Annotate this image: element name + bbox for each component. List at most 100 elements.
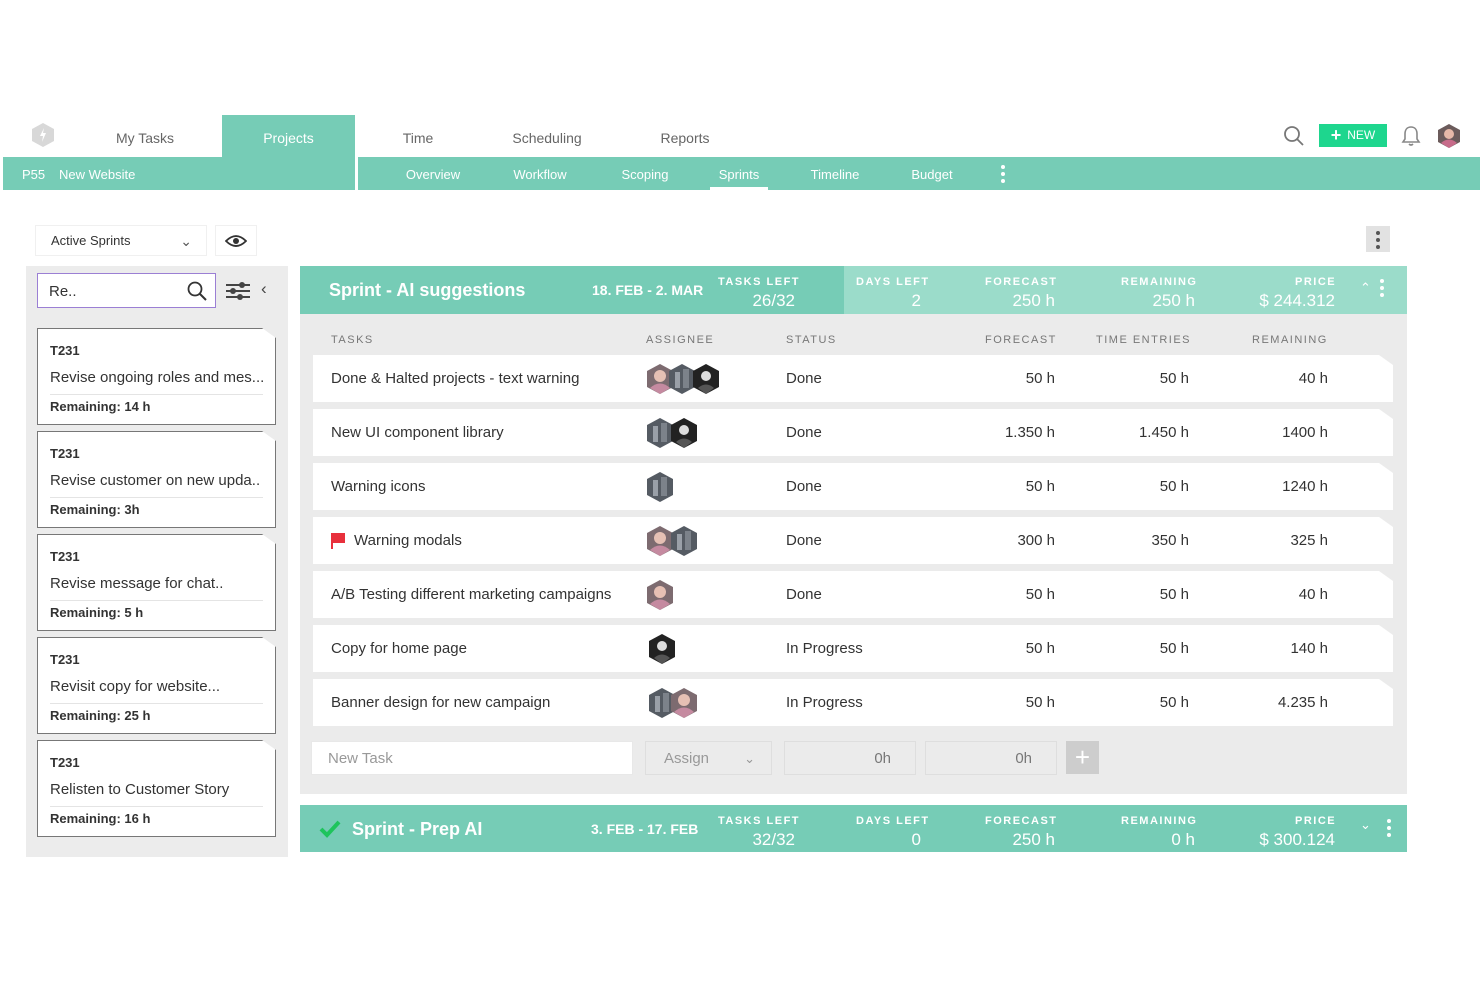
chevron-left-icon[interactable]: ‹ <box>261 279 267 299</box>
task-forecast: 50 h <box>1025 370 1055 387</box>
card-title: Relisten to Customer Story <box>50 781 230 798</box>
task-row[interactable]: Copy for home page In Progress 50 h 50 h… <box>313 625 1393 672</box>
remaining-value: 250 h <box>1152 291 1195 310</box>
col-remaining[interactable]: REMAINING <box>1252 334 1328 346</box>
nav-my-tasks[interactable]: My Tasks <box>100 115 190 157</box>
page-kebab-icon[interactable] <box>1366 226 1390 252</box>
tasks-left-value: 26/32 <box>752 291 795 310</box>
nav-reports[interactable]: Reports <box>648 115 722 157</box>
task-name: A/B Testing different marketing campaign… <box>331 586 612 603</box>
days-left-value: 0 <box>911 830 921 849</box>
tab-timeline[interactable]: Timeline <box>801 157 869 190</box>
filter-icon[interactable] <box>225 280 251 302</box>
task-forecast: 50 h <box>1025 478 1055 495</box>
col-time-entries[interactable]: TIME ENTRIES <box>1096 334 1191 346</box>
search-icon[interactable] <box>1283 125 1305 147</box>
card-title: Revise ongoing roles and mes... <box>50 369 265 386</box>
sprint-filter-select[interactable]: Active Sprints ⌄ <box>35 225 207 256</box>
col-assignee[interactable]: ASSIGNEE <box>646 334 714 346</box>
tab-scoping[interactable]: Scoping <box>611 157 679 190</box>
task-status: In Progress <box>786 694 863 711</box>
avatar <box>671 418 697 448</box>
task-status: Done <box>786 478 822 495</box>
new-button[interactable]: + NEW <box>1319 124 1387 147</box>
remaining-label: REMAINING <box>1121 815 1198 827</box>
task-status: In Progress <box>786 640 863 657</box>
visibility-toggle[interactable] <box>215 225 257 256</box>
task-time-entries: 1.450 h <box>1138 424 1189 441</box>
col-forecast[interactable]: FORECAST <box>985 334 1057 346</box>
tab-overview[interactable]: Overview <box>394 157 472 190</box>
sprint-kebab-icon[interactable] <box>1387 819 1393 840</box>
assign-dropdown[interactable]: Assign ⌄ <box>645 741 772 775</box>
task-forecast: 300 h <box>1017 532 1055 549</box>
card-remaining: Remaining: 14 h <box>50 399 151 414</box>
new-task-time-input[interactable]: 0h <box>925 741 1057 775</box>
task-name: Done & Halted projects - text warning <box>331 370 580 387</box>
task-time-entries: 50 h <box>1159 370 1189 387</box>
price-label: PRICE <box>1295 276 1337 288</box>
backlog-card[interactable]: T231 Revisit copy for website... Remaini… <box>37 637 276 734</box>
nav-scheduling[interactable]: Scheduling <box>500 115 594 157</box>
backlog-card[interactable]: T231 Revise customer on new upda.. Remai… <box>37 431 276 528</box>
chevron-up-icon[interactable]: ⌃ <box>1360 280 1371 296</box>
remaining-label: REMAINING <box>1121 276 1198 288</box>
sprint-filter-value: Active Sprints <box>51 233 131 248</box>
task-row[interactable]: Warning icons Done 50 h 50 h 1240 h <box>313 463 1393 510</box>
card-remaining: Remaining: 25 h <box>50 708 151 723</box>
days-left-label: DAYS LEFT <box>856 276 930 288</box>
task-status: Done <box>786 532 822 549</box>
task-row[interactable]: Done & Halted projects - text warning Do… <box>313 355 1393 402</box>
logo-icon[interactable] <box>32 123 54 147</box>
task-status: Done <box>786 424 822 441</box>
nav-projects[interactable]: Projects <box>222 115 355 157</box>
task-row[interactable]: New UI component library Done 1.350 h 1.… <box>313 409 1393 456</box>
task-row[interactable]: Banner design for new campaign In Progre… <box>313 679 1393 726</box>
sprint-header-collapsed[interactable]: Sprint - Prep AI 3. FEB - 17. FEB TASKS … <box>300 805 1407 852</box>
divider <box>50 806 263 807</box>
sprint-dates: 18. FEB - 2. MAR <box>592 282 704 298</box>
avatar <box>693 364 719 394</box>
task-remaining: 4.235 h <box>1277 694 1328 711</box>
nav-time[interactable]: Time <box>385 115 451 157</box>
backlog-card[interactable]: T231 Relisten to Customer Story Remainin… <box>37 740 276 837</box>
col-status[interactable]: STATUS <box>786 334 837 346</box>
bell-icon[interactable] <box>1401 125 1421 147</box>
backlog-card[interactable]: T231 Revise message for chat.. Remaining… <box>37 534 276 631</box>
new-task-row: New Task Assign ⌄ 0h 0h + <box>300 740 1407 778</box>
add-task-button[interactable]: + <box>1066 741 1099 774</box>
backlog-card[interactable]: T231 Revise ongoing roles and mes... Rem… <box>37 328 276 425</box>
card-remaining: Remaining: 5 h <box>50 605 144 620</box>
sprint-header[interactable]: Sprint - AI suggestions 18. FEB - 2. MAR… <box>300 266 1407 314</box>
card-code: T231 <box>50 755 80 770</box>
price-value: $ 300.124 <box>1259 830 1335 849</box>
new-task-forecast-input[interactable]: 0h <box>784 741 916 775</box>
task-time-entries: 50 h <box>1159 694 1189 711</box>
col-tasks[interactable]: TASKS <box>331 334 374 346</box>
task-name: Warning modals <box>354 532 462 549</box>
tab-workflow[interactable]: Workflow <box>504 157 576 190</box>
chevron-down-icon[interactable]: ⌄ <box>1360 817 1371 833</box>
backlog-search-input[interactable]: Re.. <box>37 273 216 308</box>
task-row[interactable]: A/B Testing different marketing campaign… <box>313 571 1393 618</box>
task-time-entries: 50 h <box>1159 478 1189 495</box>
new-task-input[interactable]: New Task <box>311 741 633 775</box>
tab-sprints[interactable]: Sprints <box>710 157 768 190</box>
project-name[interactable]: New Website <box>59 157 135 193</box>
sprint-title: Sprint - Prep AI <box>352 819 483 839</box>
user-avatar[interactable] <box>1437 124 1461 148</box>
tab-budget[interactable]: Budget <box>903 157 961 190</box>
tabs-more-kebab-icon[interactable] <box>1000 165 1006 185</box>
divider <box>50 497 263 498</box>
project-code: P55 <box>22 167 46 182</box>
card-code: T231 <box>50 652 80 667</box>
tasks-left-label: TASKS LEFT <box>718 815 801 827</box>
search-icon[interactable] <box>187 281 207 301</box>
task-status: Done <box>786 586 822 603</box>
sprint-kebab-icon[interactable] <box>1380 279 1386 300</box>
task-row[interactable]: Warning modals Done 300 h 350 h 325 h <box>313 517 1393 564</box>
task-forecast: 50 h <box>1025 640 1055 657</box>
sprint-title: Sprint - AI suggestions <box>329 280 526 300</box>
task-name: Warning icons <box>331 478 426 495</box>
card-remaining: Remaining: 16 h <box>50 811 151 826</box>
